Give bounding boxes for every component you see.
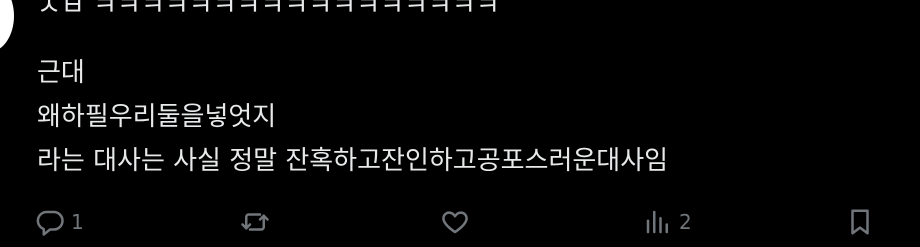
like-button[interactable] [440, 206, 476, 238]
post-text-line: ㅅㅂ ㅋㅋㅋㅋㅋㅋㅋㅋㅋㅋㅋㅋㅋㅋㅋㅋㅋ [37, 0, 500, 22]
avatar[interactable] [0, 0, 14, 52]
bookmark-icon [851, 209, 869, 235]
reply-count: 1 [71, 210, 84, 234]
views-count: 2 [679, 210, 692, 234]
post-text-line: 라는 대사는 사실 정말 잔혹하고잔인하고공포스러운대사임 [37, 146, 669, 176]
views-icon [646, 210, 668, 234]
post-text-line: 왜하필우리둘을넣엇지 [37, 102, 277, 132]
reply-button[interactable]: 1 [35, 206, 84, 238]
repost-button[interactable] [240, 206, 276, 238]
bookmark-button[interactable] [845, 206, 881, 238]
views-button[interactable]: 2 [643, 206, 692, 238]
action-bar: 1 2 [0, 202, 920, 242]
reply-icon [36, 210, 64, 236]
repost-icon [241, 213, 269, 231]
post-text-line: 근대 [37, 58, 85, 88]
heart-icon [442, 211, 468, 234]
